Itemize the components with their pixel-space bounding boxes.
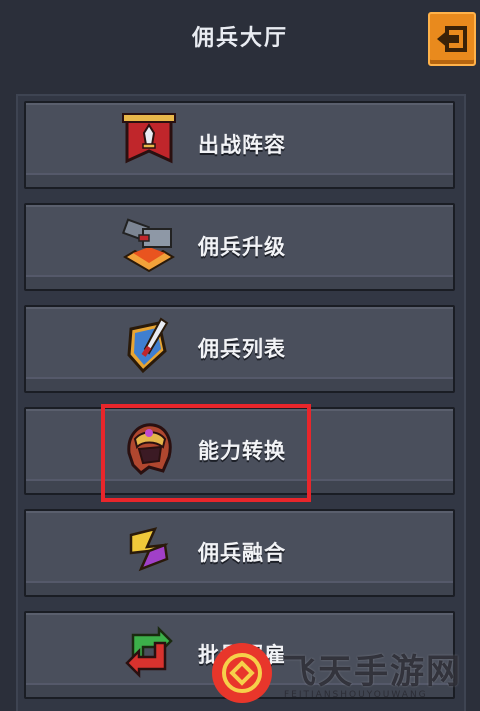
list-button[interactable]: 佣兵列表: [24, 305, 455, 393]
banner-sword-icon: [122, 113, 176, 164]
header: 佣兵大厅: [0, 0, 480, 80]
fusion-button[interactable]: 佣兵融合: [24, 509, 455, 597]
button-stripe: [26, 581, 453, 595]
page-title: 佣兵大厅: [191, 26, 288, 51]
watermark: 飞天手游网 FEITIANSHOUYOUWANG: [212, 640, 480, 711]
lineup-button[interactable]: 出战阵容: [24, 101, 455, 189]
button-stripe: [26, 173, 453, 187]
upgrade-label: 佣兵升级: [198, 235, 286, 259]
back-button[interactable]: [428, 12, 476, 66]
list-label: 佣兵列表: [198, 337, 286, 361]
fusion-arrow-icon: [129, 527, 169, 572]
anvil-hammer-icon: [121, 218, 175, 273]
button-stripe: [26, 275, 453, 289]
shield-sword-icon: [127, 317, 169, 374]
upgrade-button[interactable]: 佣兵升级: [24, 203, 455, 291]
back-arrow-icon: [437, 26, 467, 52]
highlight-box: [101, 404, 311, 502]
lineup-label: 出战阵容: [198, 133, 286, 157]
fusion-label: 佣兵融合: [198, 541, 286, 565]
watermark-text: 飞天手游网: [282, 652, 462, 692]
watermark-logo-icon: [212, 643, 272, 703]
recycle-arrows-icon: [125, 625, 173, 679]
button-stripe: [26, 377, 453, 391]
watermark-subtext: FEITIANSHOUYOUWANG: [284, 690, 428, 700]
